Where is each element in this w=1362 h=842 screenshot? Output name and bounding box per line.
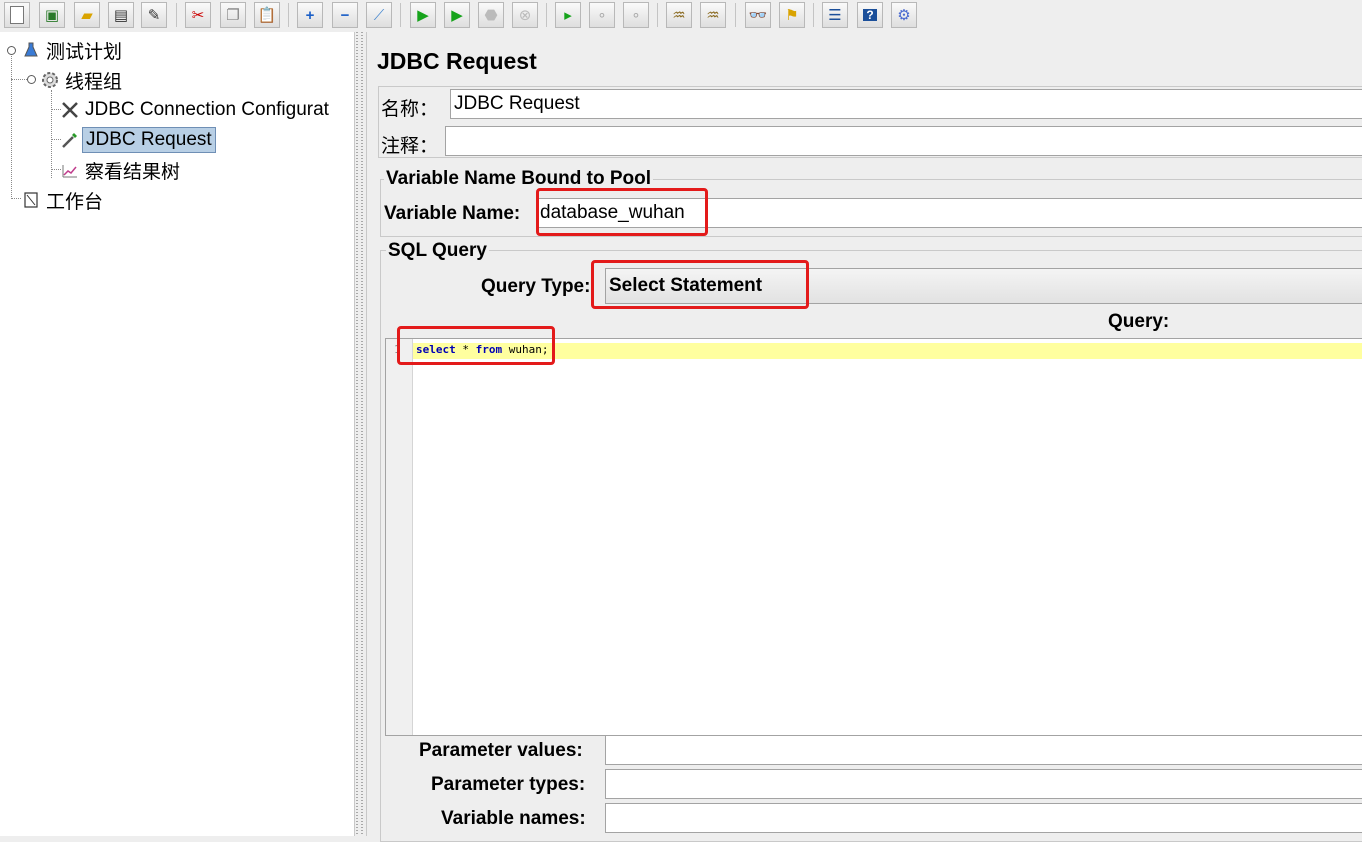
wrench-screwdriver-icon <box>61 101 79 119</box>
current-line-highlight <box>413 343 1362 359</box>
collapse-icon[interactable]: − <box>332 2 358 28</box>
toolbar-separator <box>546 3 547 27</box>
panel-splitter[interactable] <box>355 32 365 836</box>
tree-node-test-plan[interactable]: 测试计划 <box>22 37 125 63</box>
open-icon[interactable]: ▰ <box>74 2 100 28</box>
save-icon[interactable]: ▤ <box>108 2 134 28</box>
sql-query-group-title: SQL Query <box>386 240 489 262</box>
main-toolbar: ▣ ▰ ▤ ✎ ✂ ❐ 📋 + − ⟋ ▶ ▶ ⬣ ⊗ ▸ ∘ ∘ ♒ ♒ 👓 … <box>0 0 1362 32</box>
save-as-icon[interactable]: ✎ <box>141 2 167 28</box>
annotation-highlight-variable-name <box>536 188 708 236</box>
paste-icon[interactable]: 📋 <box>254 2 280 28</box>
toolbar-separator <box>288 3 289 27</box>
sampler-pipette-icon <box>61 131 79 149</box>
variable-names-field[interactable] <box>605 803 1362 833</box>
comment-field[interactable] <box>445 126 1362 156</box>
clear-all-icon[interactable]: ♒ <box>700 2 726 28</box>
editor-gutter <box>386 339 413 735</box>
panel-title: JDBC Request <box>377 48 537 74</box>
tree-connector <box>51 90 52 178</box>
new-icon[interactable] <box>4 2 30 28</box>
tree-node-jdbc-connection[interactable]: JDBC Connection Configurat <box>61 97 332 123</box>
variable-name-label: Variable Name: <box>384 203 521 224</box>
parameter-types-field[interactable] <box>605 769 1362 799</box>
cut-icon[interactable]: ✂ <box>185 2 211 28</box>
copy-icon[interactable]: ❐ <box>220 2 246 28</box>
annotation-highlight-query-type <box>591 260 809 309</box>
remote-shutdown-icon[interactable]: ∘ <box>623 2 649 28</box>
tree-connector <box>51 169 61 170</box>
workbench-icon <box>22 191 40 209</box>
search-binoculars-icon[interactable]: 👓 <box>745 2 771 28</box>
tree-connector <box>51 109 61 110</box>
sql-query-editor[interactable]: 1 select * from wuhan; <box>385 338 1362 736</box>
toggle-icon[interactable]: ⟋ <box>366 2 392 28</box>
tree-connector <box>51 139 61 140</box>
toolbar-separator <box>176 3 177 27</box>
tree-node-workbench[interactable]: 工作台 <box>22 187 106 213</box>
remote-stop-icon[interactable]: ∘ <box>589 2 615 28</box>
query-label: Query: <box>1108 311 1170 332</box>
query-type-label: Query Type: <box>481 276 591 297</box>
help-icon[interactable]: ? <box>857 2 883 28</box>
parameter-values-field[interactable] <box>605 735 1362 765</box>
toolbar-separator <box>813 3 814 27</box>
test-plan-flask-icon <box>22 41 40 59</box>
remote-start-icon[interactable]: ▸ <box>555 2 581 28</box>
test-plan-tree: 测试计划 线程组 JDBC Connection Configurat JDBC… <box>0 32 355 836</box>
tree-connector <box>11 56 12 199</box>
tree-node-thread-group[interactable]: 线程组 <box>41 67 125 93</box>
tree-expand-handle[interactable] <box>7 46 16 55</box>
annotation-highlight-sql-code <box>397 326 555 365</box>
variable-names-label: Variable names: <box>441 808 586 829</box>
clear-icon[interactable]: ♒ <box>666 2 692 28</box>
jdbc-request-panel: JDBC Request 名称： JDBC Request 注释： Variab… <box>366 32 1362 842</box>
templates-icon[interactable]: ▣ <box>39 2 65 28</box>
reset-search-broom-icon[interactable]: ⚑ <box>779 2 805 28</box>
tree-node-jdbc-request[interactable]: JDBC Request <box>61 127 216 153</box>
comment-label: 注释： <box>381 136 439 157</box>
toolbar-separator <box>735 3 736 27</box>
tree-expand-handle[interactable] <box>27 75 36 84</box>
tree-connector <box>11 198 21 199</box>
stop-icon[interactable]: ⬣ <box>478 2 504 28</box>
parameter-values-label: Parameter values: <box>419 740 583 761</box>
name-label: 名称： <box>381 99 439 120</box>
log-viewer-icon[interactable]: ⚙ <box>891 2 917 28</box>
name-field[interactable]: JDBC Request <box>450 89 1362 119</box>
results-graph-icon <box>61 161 79 179</box>
thread-group-gear-icon <box>41 71 59 89</box>
shutdown-icon[interactable]: ⊗ <box>512 2 538 28</box>
toolbar-separator <box>400 3 401 27</box>
start-no-pause-icon[interactable]: ▶ <box>444 2 470 28</box>
parameter-types-label: Parameter types: <box>431 774 586 795</box>
function-helper-icon[interactable]: ☰ <box>822 2 848 28</box>
expand-icon[interactable]: + <box>297 2 323 28</box>
start-icon[interactable]: ▶ <box>410 2 436 28</box>
toolbar-separator <box>657 3 658 27</box>
pool-group-title: Variable Name Bound to Pool <box>384 168 653 190</box>
tree-node-view-results[interactable]: 察看结果树 <box>61 157 183 183</box>
